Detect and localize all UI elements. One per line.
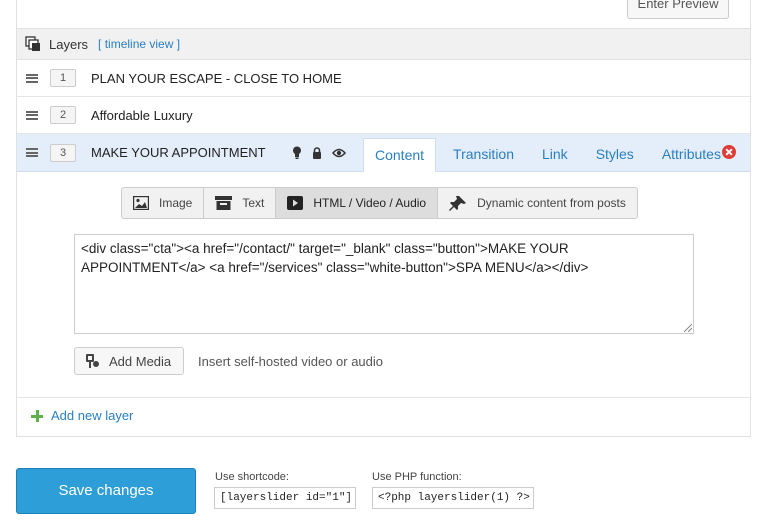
add-new-layer-label: Add new layer: [51, 408, 134, 423]
layers-icon: [25, 36, 40, 51]
tab-styles[interactable]: Styles: [585, 138, 645, 172]
layer-number: 1: [50, 69, 76, 87]
image-icon: [133, 196, 149, 210]
layer-row-1[interactable]: 1 PLAN YOUR ESCAPE - CLOSE TO HOME: [17, 60, 750, 97]
tab-content[interactable]: Content: [363, 138, 437, 172]
type-image-label: Image: [159, 196, 193, 210]
enter-preview-label: Enter Preview: [637, 0, 719, 11]
html-content-text: <div class="cta"><a href="/contact/" tar…: [81, 241, 589, 275]
media-hint-text: Insert self-hosted video or audio: [198, 354, 383, 369]
add-new-layer-link[interactable]: Add new layer: [17, 398, 750, 433]
panel-title: Layers: [49, 36, 89, 52]
shortcode-field[interactable]: [layerslider id="1"]: [214, 487, 356, 509]
type-dynamic-label: Dynamic content from posts: [477, 196, 626, 210]
resize-handle-icon[interactable]: [684, 324, 692, 332]
lightbulb-icon[interactable]: [292, 146, 302, 159]
layer-toggles: [292, 146, 346, 159]
drag-handle-icon[interactable]: [26, 110, 38, 120]
top-bar: Enter Preview: [16, 0, 751, 28]
layer-content-editor: Image Text HTML / Video / Audio Dynamic …: [17, 172, 750, 398]
php-function-field[interactable]: <?php layerslider(1) ?>: [372, 487, 534, 509]
type-image-button[interactable]: Image: [122, 188, 205, 218]
type-text-button[interactable]: Text: [204, 188, 277, 218]
drag-handle-icon[interactable]: [26, 148, 38, 157]
layer-type-selector: Image Text HTML / Video / Audio Dynamic …: [121, 187, 638, 219]
eye-icon[interactable]: [332, 148, 346, 158]
add-media-button[interactable]: Add Media: [74, 347, 184, 375]
layer-name: Affordable Luxury: [91, 107, 193, 123]
tab-attributes[interactable]: Attributes: [651, 138, 732, 172]
save-changes-button[interactable]: Save changes: [16, 468, 196, 514]
layer-number: 2: [50, 106, 76, 124]
layer-tabs: Content Transition Link Styles Attribute…: [363, 138, 738, 172]
play-icon: [287, 196, 304, 210]
add-media-label: Add Media: [109, 353, 172, 369]
html-content-textarea[interactable]: <div class="cta"><a href="/contact/" tar…: [74, 234, 694, 334]
tab-transition[interactable]: Transition: [442, 138, 525, 172]
layers-panel: Layers [ timeline view ] 1 PLAN YOUR ESC…: [16, 28, 751, 437]
type-html-label: HTML / Video / Audio: [313, 196, 427, 210]
layer-number: 3: [50, 143, 76, 162]
text-box-icon: [215, 196, 233, 210]
tab-link[interactable]: Link: [531, 138, 579, 172]
type-html-button[interactable]: HTML / Video / Audio: [276, 188, 439, 218]
timeline-view-link[interactable]: [ timeline view ]: [98, 37, 180, 51]
layers-panel-header: Layers [ timeline view ]: [17, 29, 750, 60]
enter-preview-button[interactable]: Enter Preview: [627, 0, 729, 19]
shortcode-label: Use shortcode:: [215, 471, 289, 483]
layer-name: PLAN YOUR ESCAPE - CLOSE TO HOME: [91, 70, 342, 86]
layer-name: MAKE YOUR APPOINTMENT: [91, 145, 266, 160]
pin-icon: [449, 196, 467, 211]
type-text-label: Text: [242, 196, 265, 210]
drag-handle-icon[interactable]: [26, 73, 38, 83]
layer-row-3-active[interactable]: 3 MAKE YOUR APPOINTMENT Content Transiti…: [17, 134, 750, 172]
remove-layer-icon[interactable]: [722, 145, 736, 159]
lock-icon[interactable]: [312, 146, 322, 159]
type-dynamic-button[interactable]: Dynamic content from posts: [438, 188, 637, 218]
media-icon: [86, 354, 99, 368]
php-function-label: Use PHP function:: [372, 471, 462, 483]
layer-row-2[interactable]: 2 Affordable Luxury: [17, 97, 750, 134]
plus-icon: [31, 409, 43, 422]
